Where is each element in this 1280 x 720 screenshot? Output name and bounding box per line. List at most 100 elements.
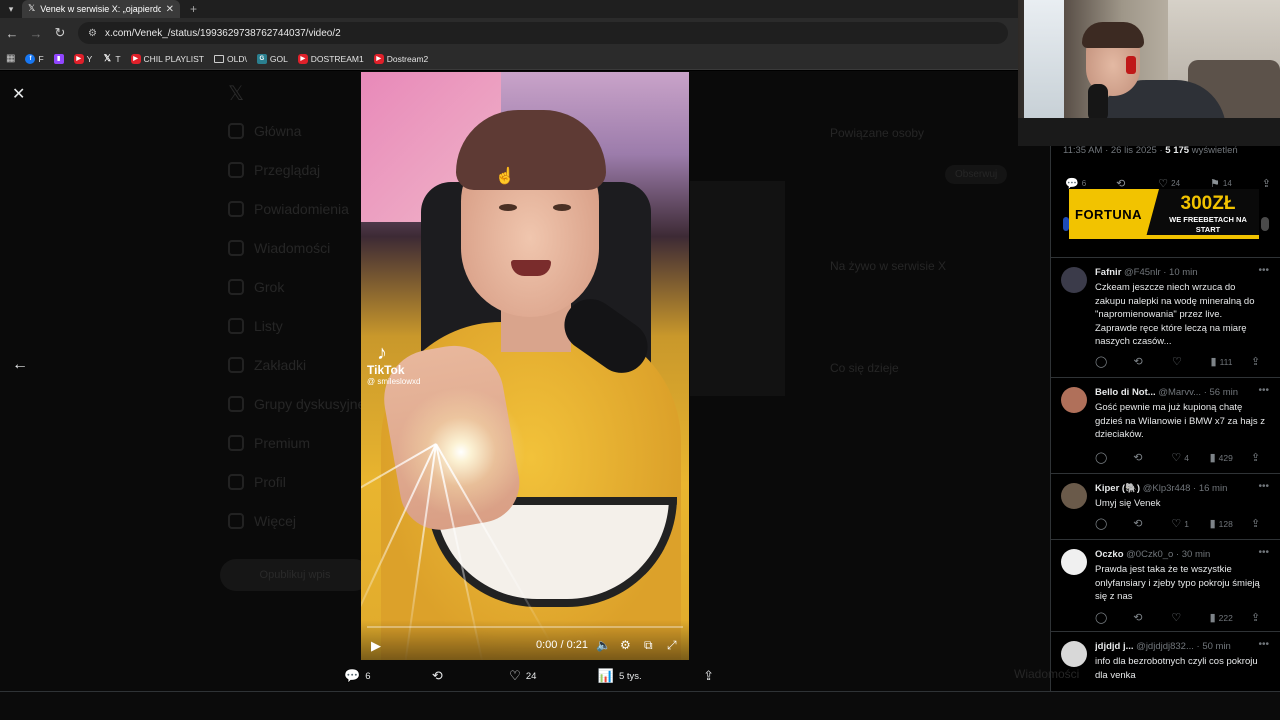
previous-media-button[interactable]: ← bbox=[12, 356, 28, 374]
like-button[interactable]: ♡ 1 bbox=[1171, 517, 1191, 530]
reply-actions: ◯ ⟲ ♡ ▮ 111 ⇪ bbox=[1095, 355, 1271, 368]
like-button[interactable]: ♡ bbox=[1172, 355, 1192, 368]
bookmark-chil-playlist[interactable]: ▶ CHIL PLAYLIST bbox=[130, 53, 204, 64]
youtube-icon: ▶ bbox=[297, 53, 308, 64]
stat-share[interactable]: ⇪ bbox=[1262, 177, 1271, 190]
views-icon: ▮ bbox=[1210, 356, 1217, 368]
retweet-button[interactable]: ⟲ bbox=[1133, 611, 1153, 624]
picture-in-picture-icon[interactable]: ⧉ bbox=[644, 638, 653, 653]
views-icon: ▮ bbox=[1209, 452, 1216, 464]
webcam-window bbox=[1024, 0, 1064, 120]
volume-icon[interactable]: 🔈 bbox=[596, 638, 611, 652]
video-light-flare bbox=[391, 382, 531, 522]
reply-button[interactable]: 💬 6 bbox=[344, 668, 370, 684]
more-options-icon[interactable]: ••• bbox=[1258, 385, 1269, 396]
reply-button[interactable]: ◯ bbox=[1095, 451, 1115, 464]
forward-button[interactable]: → bbox=[24, 26, 48, 41]
ad-offer: 300ZŁ WE FREEBETACH NA START bbox=[1157, 193, 1259, 235]
reload-button[interactable]: ↻ bbox=[48, 25, 72, 41]
retweet-button[interactable]: ⟲ bbox=[1134, 355, 1154, 368]
video-eye-right bbox=[553, 204, 571, 211]
bookmark-t[interactable]: 𝕏T bbox=[102, 53, 121, 64]
reply-button[interactable]: ◯ bbox=[1095, 517, 1115, 530]
ad-tagline: WE FREEBETACH NA START bbox=[1169, 215, 1247, 234]
avatar[interactable] bbox=[1061, 483, 1087, 509]
nav-communities: Grupy dyskusyjne bbox=[228, 396, 365, 412]
reply-item[interactable]: Fafnir @F45nlr · 10 min ••• Czkeam jeszc… bbox=[1051, 259, 1280, 368]
apps-icon[interactable]: ▦ bbox=[6, 53, 15, 64]
more-options-icon[interactable]: ••• bbox=[1258, 547, 1269, 558]
reply-text: Prawda jest taka że te wszystkie onlyfan… bbox=[1095, 564, 1260, 602]
share-button[interactable]: ⇪ bbox=[703, 668, 714, 684]
retweet-icon: ⟲ bbox=[1133, 452, 1143, 464]
views-button[interactable]: 📊 5 tys. bbox=[598, 668, 642, 684]
share-button[interactable]: ⇪ bbox=[1251, 611, 1271, 624]
nav-grok: Grok bbox=[228, 279, 284, 295]
reply-button[interactable]: ◯ bbox=[1095, 611, 1115, 624]
new-tab-button[interactable]: + bbox=[190, 2, 197, 16]
views-button[interactable]: ▮ 111 bbox=[1211, 355, 1233, 368]
heart-icon: ♡ bbox=[509, 668, 521, 683]
bookmark-y[interactable]: ▶ Y bbox=[73, 53, 92, 64]
tab-search-icon[interactable]: ▾ bbox=[0, 0, 22, 18]
retweet-button[interactable]: ⟲ bbox=[1133, 451, 1153, 464]
tab-close-icon[interactable]: ✕ bbox=[166, 4, 174, 15]
site-info-icon[interactable]: ⚙ bbox=[88, 28, 97, 39]
play-icon[interactable]: ▶ bbox=[371, 638, 381, 654]
webcam-overlay bbox=[1018, 0, 1280, 146]
share-button[interactable]: ⇪ bbox=[1251, 517, 1271, 530]
ad-brand: FORTUNA bbox=[1069, 189, 1159, 239]
video-progress-bar[interactable] bbox=[367, 626, 683, 628]
reply-item[interactable]: Bello di Not... @Marvv... · 56 min ••• G… bbox=[1051, 379, 1280, 471]
divider bbox=[1051, 473, 1280, 474]
heart-icon: ♡ bbox=[1171, 452, 1182, 464]
avatar[interactable] bbox=[1061, 387, 1087, 413]
avatar[interactable] bbox=[1061, 641, 1087, 667]
views-button[interactable]: ▮ 222 bbox=[1210, 611, 1233, 624]
share-icon: ⇪ bbox=[1251, 612, 1261, 624]
bookmark-old[interactable]: OLD\ bbox=[214, 54, 247, 64]
close-media-button[interactable]: ✕ bbox=[12, 84, 25, 104]
bookmark-gol[interactable]: G GOL bbox=[256, 53, 288, 64]
views-button[interactable]: ▮ 429 bbox=[1210, 451, 1233, 464]
views-icon: 📊 bbox=[597, 668, 614, 683]
retweet-icon: ⟲ bbox=[1133, 518, 1143, 530]
reply-button[interactable]: ◯ bbox=[1095, 355, 1115, 368]
retweet-button[interactable]: ⟲ bbox=[432, 668, 448, 684]
fortuna-ad-banner[interactable]: FORTUNA 300ZŁ WE FREEBETACH NA START bbox=[1069, 189, 1259, 239]
retweet-button[interactable]: ⟲ bbox=[1133, 517, 1153, 530]
tiktok-logo-icon: ♪ bbox=[377, 342, 387, 364]
share-button[interactable]: ⇪ bbox=[1251, 355, 1271, 368]
video-controls: ▶ 0:00 / 0:21 🔈 ⚙ ⧉ ⤢ bbox=[361, 620, 689, 660]
nav-notifications: Powiadomienia bbox=[228, 201, 349, 217]
tab-title: Venek w serwisie X: „ojapierdol bbox=[40, 4, 161, 14]
live-heading: Na żywo w serwisie X bbox=[830, 259, 947, 273]
fullscreen-icon[interactable]: ⤢ bbox=[667, 638, 677, 653]
reply-item[interactable]: Oczko @0Czk0_o · 30 min ••• Prawda jest … bbox=[1051, 541, 1280, 633]
more-options-icon[interactable]: ••• bbox=[1258, 265, 1269, 276]
avatar[interactable] bbox=[1061, 549, 1087, 575]
share-icon: ⇪ bbox=[1250, 356, 1261, 368]
reply-item[interactable]: jdjdjd j... @jdjdjdj832... · 50 min ••• … bbox=[1051, 633, 1280, 691]
reply-item[interactable]: Kiper (🐘) @Klp3r448 · 16 min ••• Umyj si… bbox=[1051, 475, 1280, 537]
browser-tab[interactable]: 𝕏 Venek w serwisie X: „ojapierdol ✕ bbox=[22, 0, 180, 18]
more-options-icon[interactable]: ••• bbox=[1258, 481, 1269, 492]
like-button[interactable]: ♡ 24 bbox=[509, 668, 536, 684]
like-button[interactable]: ♡ 4 bbox=[1171, 451, 1191, 464]
views-button[interactable]: ▮ 128 bbox=[1210, 517, 1233, 530]
bookmark-dostream2[interactable]: ▶ Dostream2 bbox=[373, 53, 428, 64]
settings-icon[interactable]: ⚙ bbox=[620, 638, 631, 652]
bookmark-twitch[interactable]: ▮ bbox=[53, 53, 64, 64]
video-player[interactable]: ☝ ♪ TikTok @ smileslowxd ▶ 0:00 / 0:21 🔈… bbox=[361, 72, 689, 660]
like-button[interactable]: ♡ bbox=[1171, 611, 1191, 624]
avatar[interactable] bbox=[1061, 267, 1087, 293]
more-options-icon[interactable]: ••• bbox=[1258, 639, 1269, 650]
follow-button: Obserwuj bbox=[945, 165, 1008, 184]
ad-carousel-right[interactable] bbox=[1261, 217, 1269, 231]
bookmark-f[interactable]: fF bbox=[25, 53, 44, 64]
related-heading: Powiązane osoby bbox=[830, 126, 925, 140]
back-button[interactable]: ← bbox=[0, 26, 24, 41]
address-bar[interactable]: ⚙ x.com/Venek_/status/199362973876274403… bbox=[78, 22, 1008, 44]
bookmark-dostream1[interactable]: ▶ DOSTREAM1 bbox=[297, 53, 364, 64]
share-button[interactable]: ⇪ bbox=[1251, 451, 1271, 464]
